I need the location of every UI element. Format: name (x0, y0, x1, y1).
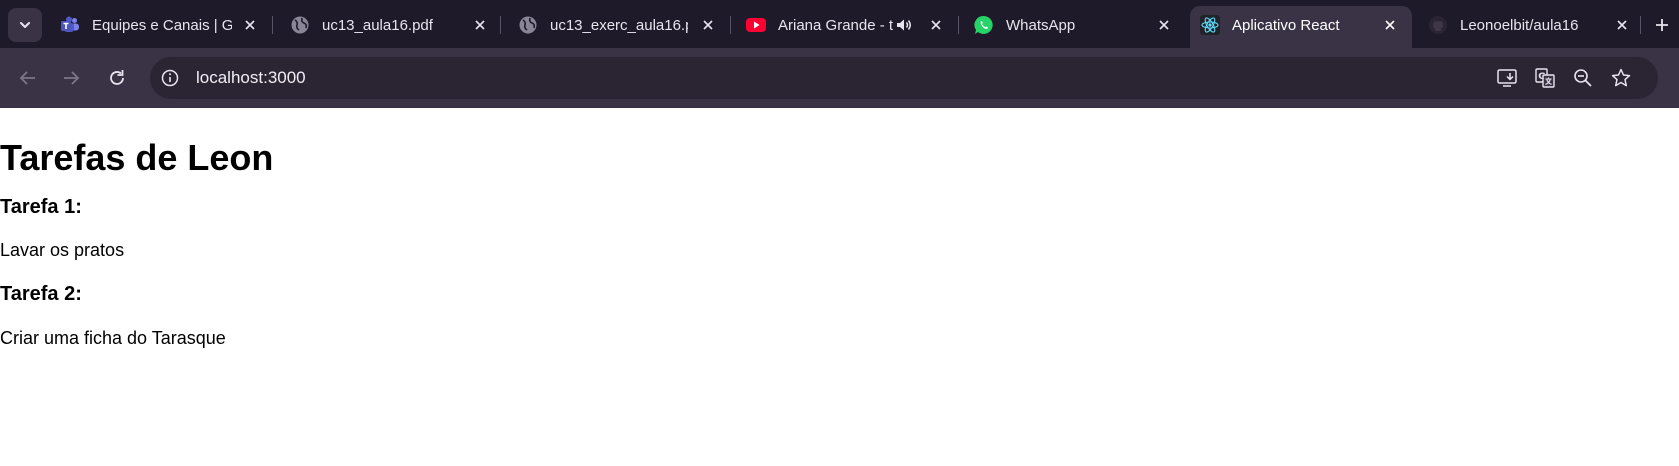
reload-button[interactable] (102, 63, 132, 93)
arrow-right-icon (61, 68, 81, 88)
plus-icon (1654, 17, 1670, 33)
site-info-icon[interactable] (160, 68, 180, 88)
translate-icon[interactable]: G (1534, 67, 1556, 89)
page-title: Tarefas de Leon (0, 137, 274, 178)
tab-divider (1640, 16, 1641, 34)
tab-teams[interactable]: Equipes e Canais | Ge (50, 6, 273, 44)
tab-divider (500, 16, 501, 34)
tab-search-button[interactable] (8, 8, 42, 42)
close-tab-icon[interactable] (470, 15, 490, 35)
react-icon (1200, 15, 1220, 35)
task-text: Lavar os pratos (0, 240, 125, 260)
close-tab-icon[interactable] (698, 15, 718, 35)
tab-divider (958, 16, 959, 34)
tab-title: uc13_exerc_aula16.pc (550, 17, 688, 34)
github-icon (1428, 15, 1448, 35)
page-viewport: Tarefas de Leon Tarefa 1: Lavar os prato… (0, 108, 1679, 466)
tab-title: WhatsApp (1006, 17, 1076, 34)
youtube-icon (746, 15, 766, 35)
back-button[interactable] (13, 63, 43, 93)
url-text[interactable]: localhost:3000 (196, 68, 306, 88)
tab-title: Leonoelbit/aula16 (1460, 17, 1579, 34)
chevron-down-icon (18, 18, 32, 32)
arrow-left-icon (18, 68, 38, 88)
teams-icon (60, 15, 80, 35)
zoom-out-icon[interactable] (1572, 67, 1594, 89)
tab-divider (272, 16, 273, 34)
globe-icon (290, 15, 310, 35)
tab-strip: Equipes e Canais | Ge uc13_aula16.pdf uc… (0, 0, 1679, 48)
task-heading: Tarefa 1: (0, 196, 82, 218)
tab-title: Ariana Grande - t (778, 17, 894, 34)
bookmark-star-icon[interactable] (1610, 67, 1632, 89)
whatsapp-icon (974, 15, 994, 35)
new-tab-button[interactable] (1650, 13, 1674, 37)
task-text: Criar uma ficha do Tarasque (0, 328, 226, 348)
close-tab-icon[interactable] (1380, 15, 1400, 35)
audio-playing-icon[interactable] (894, 15, 914, 35)
tab-react-active[interactable]: Aplicativo React (1190, 6, 1412, 48)
install-app-icon[interactable] (1496, 67, 1518, 89)
globe-icon (518, 15, 538, 35)
address-bar[interactable]: localhost:3000 G (150, 57, 1658, 99)
tab-github[interactable]: Leonoelbit/aula16 (1418, 6, 1641, 44)
close-tab-icon[interactable] (240, 15, 260, 35)
tab-pdf-aula16[interactable]: uc13_aula16.pdf (280, 6, 501, 44)
browser-toolbar: localhost:3000 G (0, 48, 1679, 108)
tab-divider (730, 16, 731, 34)
tab-pdf-exerc[interactable]: uc13_exerc_aula16.pc (508, 6, 731, 44)
close-tab-icon[interactable] (1154, 15, 1174, 35)
task-heading: Tarefa 2: (0, 283, 82, 305)
forward-button[interactable] (56, 63, 86, 93)
tab-title: Equipes e Canais | Ge (92, 17, 232, 34)
tab-title: uc13_aula16.pdf (322, 17, 433, 34)
tab-title: Aplicativo React (1232, 17, 1340, 34)
tab-youtube[interactable]: Ariana Grande - t (736, 6, 959, 44)
close-tab-icon[interactable] (1612, 15, 1632, 35)
reload-icon (107, 68, 127, 88)
close-tab-icon[interactable] (926, 15, 946, 35)
tab-whatsapp[interactable]: WhatsApp (964, 6, 1186, 44)
